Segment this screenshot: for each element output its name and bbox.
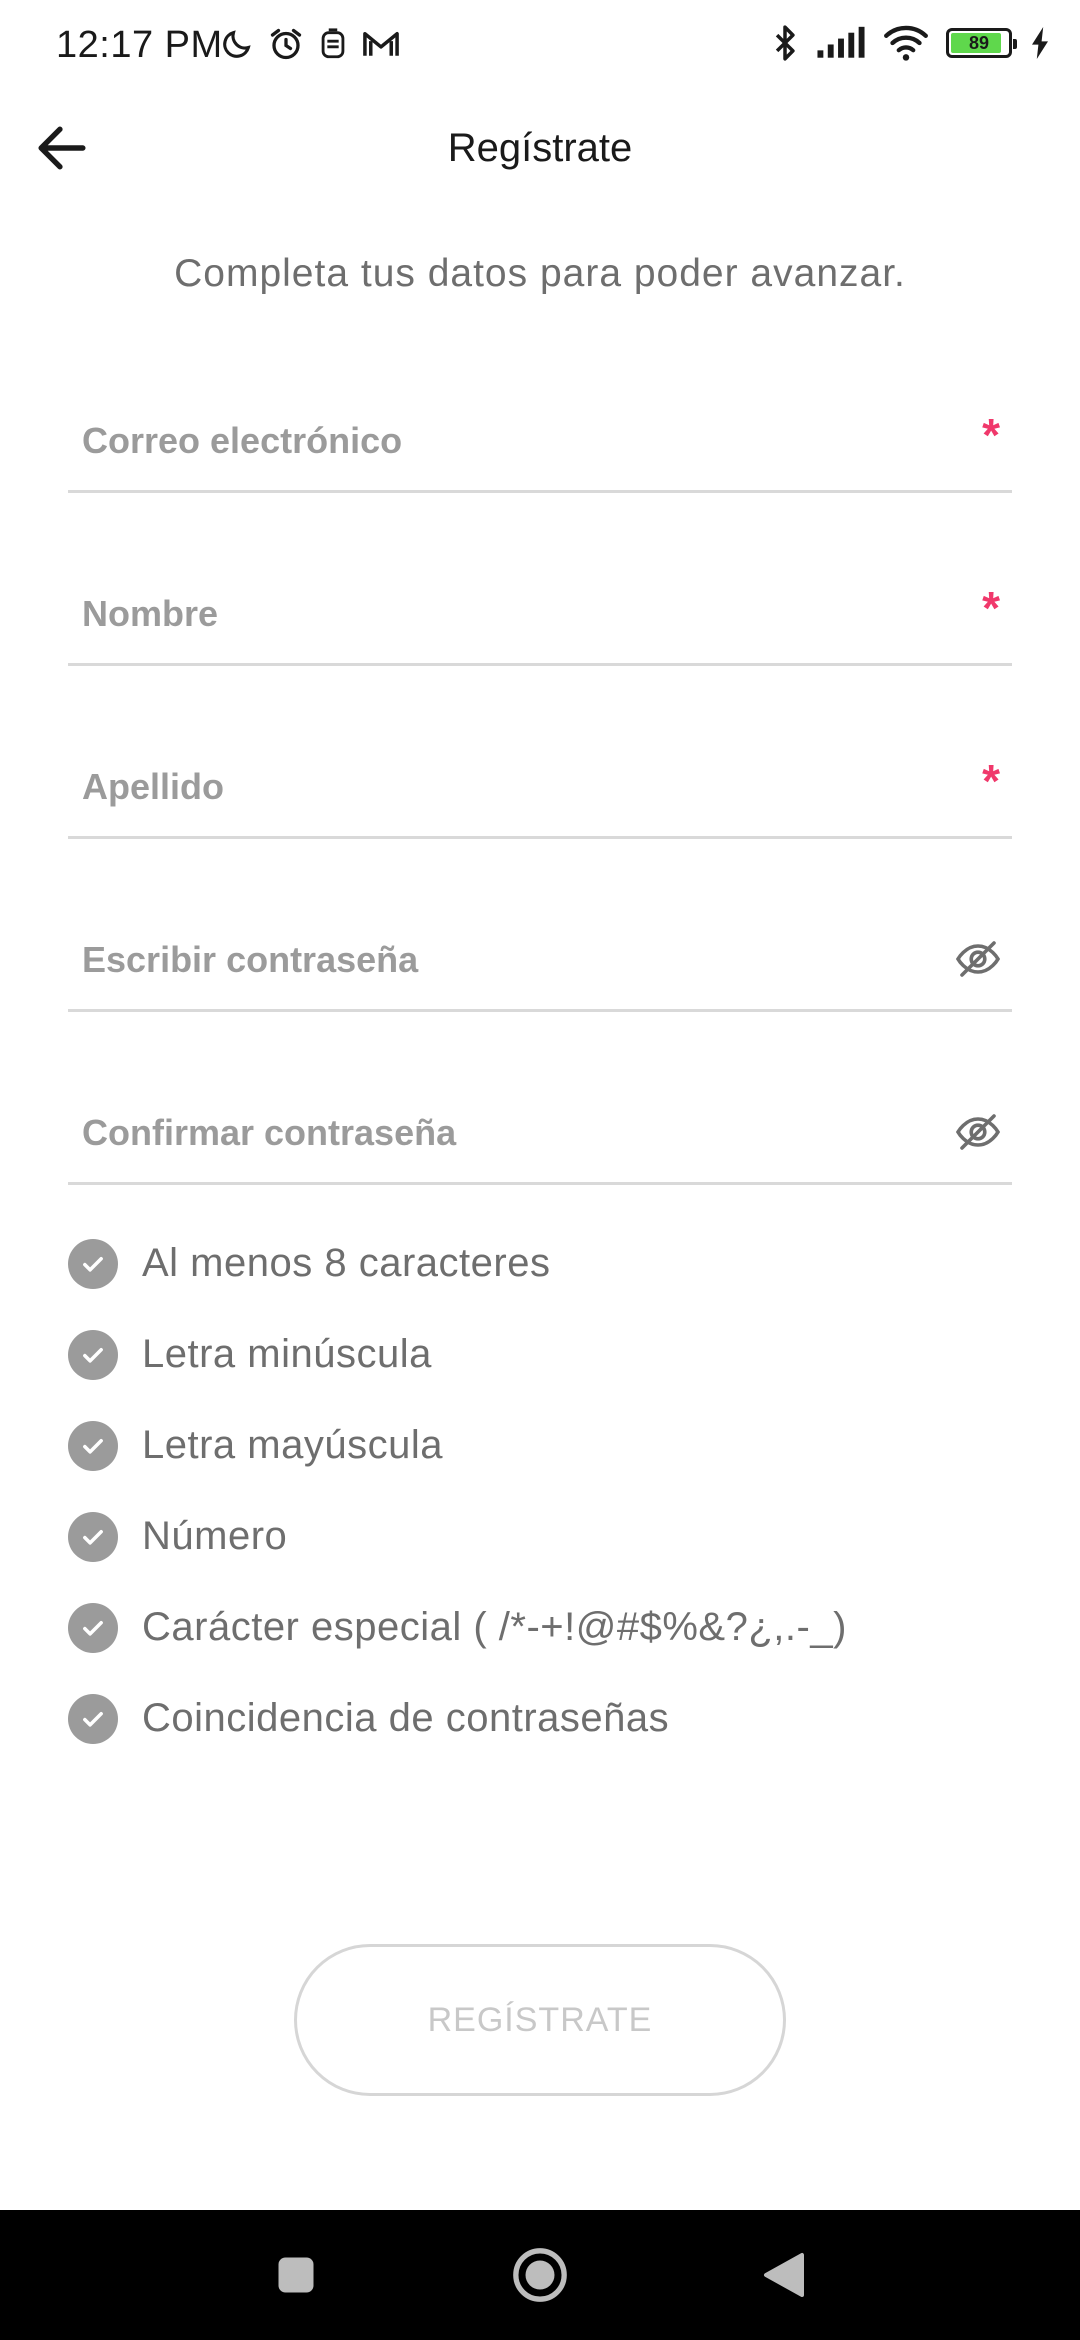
- status-time: 12:17 PM: [56, 24, 223, 66]
- check-circle-icon: [68, 1329, 118, 1380]
- first-name-field[interactable]: *: [68, 563, 1012, 666]
- app-header: Regístrate: [0, 96, 1080, 206]
- required-mark: *: [982, 582, 1000, 634]
- recents-button[interactable]: [236, 2210, 356, 2340]
- last-name-field[interactable]: *: [68, 736, 1012, 839]
- alarm-icon: [270, 28, 302, 60]
- gmail-icon: [363, 32, 399, 56]
- battery-tip: [1013, 39, 1017, 49]
- eye-off-icon[interactable]: [954, 1108, 1002, 1156]
- password-input[interactable]: [80, 929, 924, 991]
- requirement-label: Coincidencia de contraseñas: [142, 1696, 670, 1740]
- email-field[interactable]: *: [68, 390, 1012, 493]
- required-mark: *: [982, 755, 1000, 807]
- requirement-label: Letra minúscula: [142, 1332, 432, 1376]
- requirement-label: Carácter especial ( /*-+!@#$%&?¿,.-_): [142, 1605, 847, 1649]
- requirement-label: Letra mayúscula: [142, 1423, 443, 1467]
- check-circle-icon: [68, 1693, 118, 1744]
- check-circle-icon: [68, 1602, 118, 1653]
- moon-icon: [223, 30, 251, 58]
- requirement-item: Letra minúscula: [68, 1309, 1012, 1400]
- recents-square-icon: [278, 2257, 314, 2293]
- home-circle-icon: [513, 2248, 567, 2302]
- confirm-password-input[interactable]: [80, 1102, 924, 1164]
- confirm-password-field[interactable]: [68, 1082, 1012, 1185]
- status-bar: 12:17 PM 89: [0, 0, 1080, 96]
- battery-level: 89: [968, 33, 990, 53]
- page-title: Regístrate: [447, 126, 633, 170]
- charging-icon: [1032, 27, 1048, 59]
- status-left-icons: [220, 26, 400, 62]
- first-name-input[interactable]: [80, 583, 924, 645]
- check-circle-icon: [68, 1238, 118, 1289]
- navigation-bar: [0, 2210, 1080, 2340]
- wifi-icon: [884, 25, 928, 61]
- home-button[interactable]: [480, 2210, 600, 2340]
- notification-app-icon: [321, 28, 345, 59]
- requirement-item: Al menos 8 caracteres: [68, 1218, 1012, 1309]
- password-requirements: Al menos 8 caracteres Letra minúscula Le…: [68, 1218, 1012, 1764]
- email-input[interactable]: [80, 410, 924, 472]
- password-field[interactable]: [68, 909, 1012, 1012]
- requirement-label: Número: [142, 1514, 288, 1558]
- subtitle: Completa tus datos para poder avanzar.: [174, 252, 906, 295]
- requirement-label: Al menos 8 caracteres: [142, 1241, 551, 1285]
- register-button[interactable]: REGÍSTRATE: [294, 1944, 786, 2096]
- requirement-item: Coincidencia de contraseñas: [68, 1673, 1012, 1764]
- last-name-input[interactable]: [80, 756, 924, 818]
- bluetooth-icon: [775, 25, 795, 61]
- signal-icon: [817, 26, 865, 58]
- eye-off-icon[interactable]: [954, 935, 1002, 983]
- status-right-icons: 89: [772, 24, 1050, 62]
- requirement-item: Carácter especial ( /*-+!@#$%&?¿,.-_): [68, 1582, 1012, 1673]
- requirement-item: Número: [68, 1491, 1012, 1582]
- battery-icon: 89: [946, 28, 1017, 58]
- requirement-item: Letra mayúscula: [68, 1400, 1012, 1491]
- check-circle-icon: [68, 1511, 118, 1562]
- check-circle-icon: [68, 1420, 118, 1471]
- back-nav-button[interactable]: [724, 2210, 844, 2340]
- required-mark: *: [982, 409, 1000, 461]
- back-triangle-icon: [764, 2253, 804, 2297]
